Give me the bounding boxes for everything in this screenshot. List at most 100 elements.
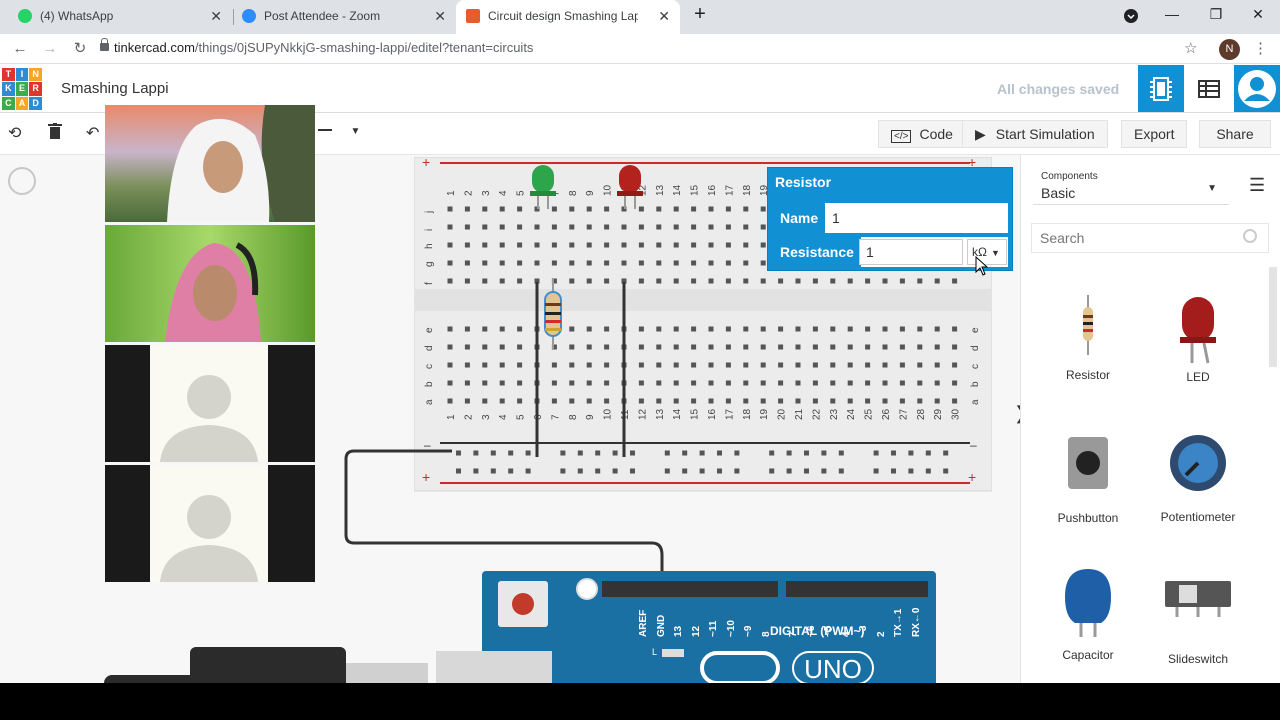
breadboard-hole xyxy=(517,242,523,248)
ground-wire[interactable] xyxy=(340,445,680,585)
close-window-button[interactable]: ✕ xyxy=(1238,0,1278,30)
name-input[interactable]: 1 xyxy=(825,205,1007,231)
breadboard-hole xyxy=(447,242,453,248)
start-simulation-button[interactable]: ▶ Start Simulation xyxy=(962,120,1108,148)
breadboard-hole xyxy=(638,362,644,368)
pin-label: AREF xyxy=(638,609,649,637)
close-icon[interactable]: ✕ xyxy=(210,0,222,32)
list-view-icon[interactable]: ☰ xyxy=(1249,175,1265,196)
save-status: All changes saved xyxy=(997,81,1120,97)
menu-kebab-icon[interactable]: ⋮ xyxy=(1253,39,1268,57)
pin-label: ~10 xyxy=(725,620,737,637)
circuit-board-icon xyxy=(1150,77,1172,101)
component-label: Slideswitch xyxy=(1167,652,1229,666)
breadboard-hole xyxy=(673,398,679,404)
component-led[interactable]: LED xyxy=(1143,293,1253,384)
fit-view-icon[interactable] xyxy=(8,167,36,195)
wire-style-dropdown[interactable]: ▼ xyxy=(318,121,360,139)
component-capacitor[interactable]: Capacitor xyxy=(1033,567,1143,662)
component-list-button[interactable] xyxy=(1186,65,1232,112)
breadboard-hole xyxy=(708,260,714,266)
rail-hole xyxy=(838,450,844,456)
breadboard-hole xyxy=(447,260,453,266)
component-label: Resistor xyxy=(1065,368,1110,382)
delete-icon[interactable] xyxy=(48,123,62,144)
minimize-button[interactable]: — xyxy=(1152,0,1192,30)
undo-icon[interactable]: ↶ xyxy=(86,123,99,143)
profile-avatar[interactable]: N xyxy=(1219,39,1240,60)
maximize-button[interactable]: ❐ xyxy=(1196,0,1236,30)
breadboard-hole xyxy=(778,398,784,404)
column-number: 16 xyxy=(707,184,718,196)
component-potentiometer[interactable]: Potentiometer xyxy=(1143,431,1253,524)
breadboard-hole xyxy=(464,206,470,212)
share-button[interactable]: Share xyxy=(1199,120,1271,148)
column-number: 16 xyxy=(707,408,718,420)
tinkercad-logo[interactable]: T I N K E R C A D xyxy=(2,68,42,110)
breadboard-hole xyxy=(604,206,610,212)
back-icon[interactable]: ← xyxy=(9,38,31,60)
pin-label: TX→1 xyxy=(893,608,904,637)
video-tile-participant-2[interactable] xyxy=(105,225,315,342)
breadboard-hole xyxy=(882,362,888,368)
breadboard-hole xyxy=(656,224,662,230)
url-field[interactable]: tinkercad.com/things/0jSUPyNkkjG-smashin… xyxy=(114,40,533,55)
resistance-input[interactable]: 1 xyxy=(859,239,963,265)
breadboard-hole xyxy=(656,362,662,368)
breadboard-hole xyxy=(447,224,453,230)
column-number: 25 xyxy=(864,408,875,420)
breadboard-hole xyxy=(865,344,871,350)
new-tab-button[interactable]: + xyxy=(682,0,718,30)
breadboard-hole xyxy=(952,362,958,368)
breadboard-hole xyxy=(447,344,453,350)
breadboard-hole xyxy=(795,344,801,350)
breadboard-hole xyxy=(464,224,470,230)
forward-icon[interactable]: → xyxy=(39,38,61,60)
project-title[interactable]: Smashing Lappi xyxy=(61,80,169,97)
user-avatar-button[interactable] xyxy=(1234,65,1280,112)
avatar-placeholder xyxy=(150,345,268,462)
tab-tinkercad[interactable]: Circuit design Smashing Lappi | T ✕ xyxy=(456,0,680,34)
breadboard-hole xyxy=(517,206,523,212)
breadboard-hole xyxy=(725,362,731,368)
reload-icon[interactable]: ↻ xyxy=(69,38,91,60)
component-slideswitch[interactable]: Slideswitch xyxy=(1143,575,1253,666)
rotate-icon[interactable]: ⟲ xyxy=(8,123,21,143)
bookmark-star-icon[interactable]: ☆ xyxy=(1184,39,1197,57)
breadboard-hole xyxy=(917,398,923,404)
arduino-logo xyxy=(700,651,780,683)
components-dropdown[interactable]: Components Basic ▼ xyxy=(1033,165,1229,205)
breadboard-hole xyxy=(482,344,488,350)
video-tile-participant-3[interactable] xyxy=(105,345,315,462)
tab-search-icon[interactable] xyxy=(1111,0,1151,30)
close-icon[interactable]: ✕ xyxy=(658,0,670,32)
breadboard-hole xyxy=(586,380,592,386)
breadboard-hole xyxy=(708,344,714,350)
breadboard-hole xyxy=(464,326,470,332)
rail-hole xyxy=(682,450,688,456)
breadboard-hole xyxy=(952,278,958,284)
lock-icon xyxy=(100,38,109,51)
reset-button[interactable] xyxy=(512,593,534,615)
breadboard-hole xyxy=(482,380,488,386)
component-pushbutton[interactable]: Pushbutton xyxy=(1033,435,1143,525)
export-button[interactable]: Export xyxy=(1121,120,1187,148)
circuit-view-button[interactable] xyxy=(1138,65,1184,112)
scrollbar[interactable] xyxy=(1269,267,1277,367)
video-tile-participant-4[interactable] xyxy=(105,465,315,582)
component-resistor[interactable]: Resistor xyxy=(1033,295,1143,382)
breadboard-hole xyxy=(586,344,592,350)
breadboard-hole xyxy=(517,326,523,332)
close-icon[interactable]: ✕ xyxy=(434,0,446,32)
tab-zoom[interactable]: Post Attendee - Zoom ✕ xyxy=(234,0,456,34)
search-input[interactable] xyxy=(1031,223,1269,253)
tab-whatsapp[interactable]: (4) WhatsApp ✕ xyxy=(0,0,232,34)
column-number: 9 xyxy=(585,414,596,420)
video-tile-participant-1[interactable] xyxy=(105,105,315,222)
code-button[interactable]: </> Code xyxy=(878,120,966,148)
row-letter: f xyxy=(424,282,435,285)
breadboard-hole xyxy=(551,242,557,248)
breadboard-hole xyxy=(847,344,853,350)
rail-hole xyxy=(908,450,914,456)
breadboard-hole xyxy=(708,278,714,284)
